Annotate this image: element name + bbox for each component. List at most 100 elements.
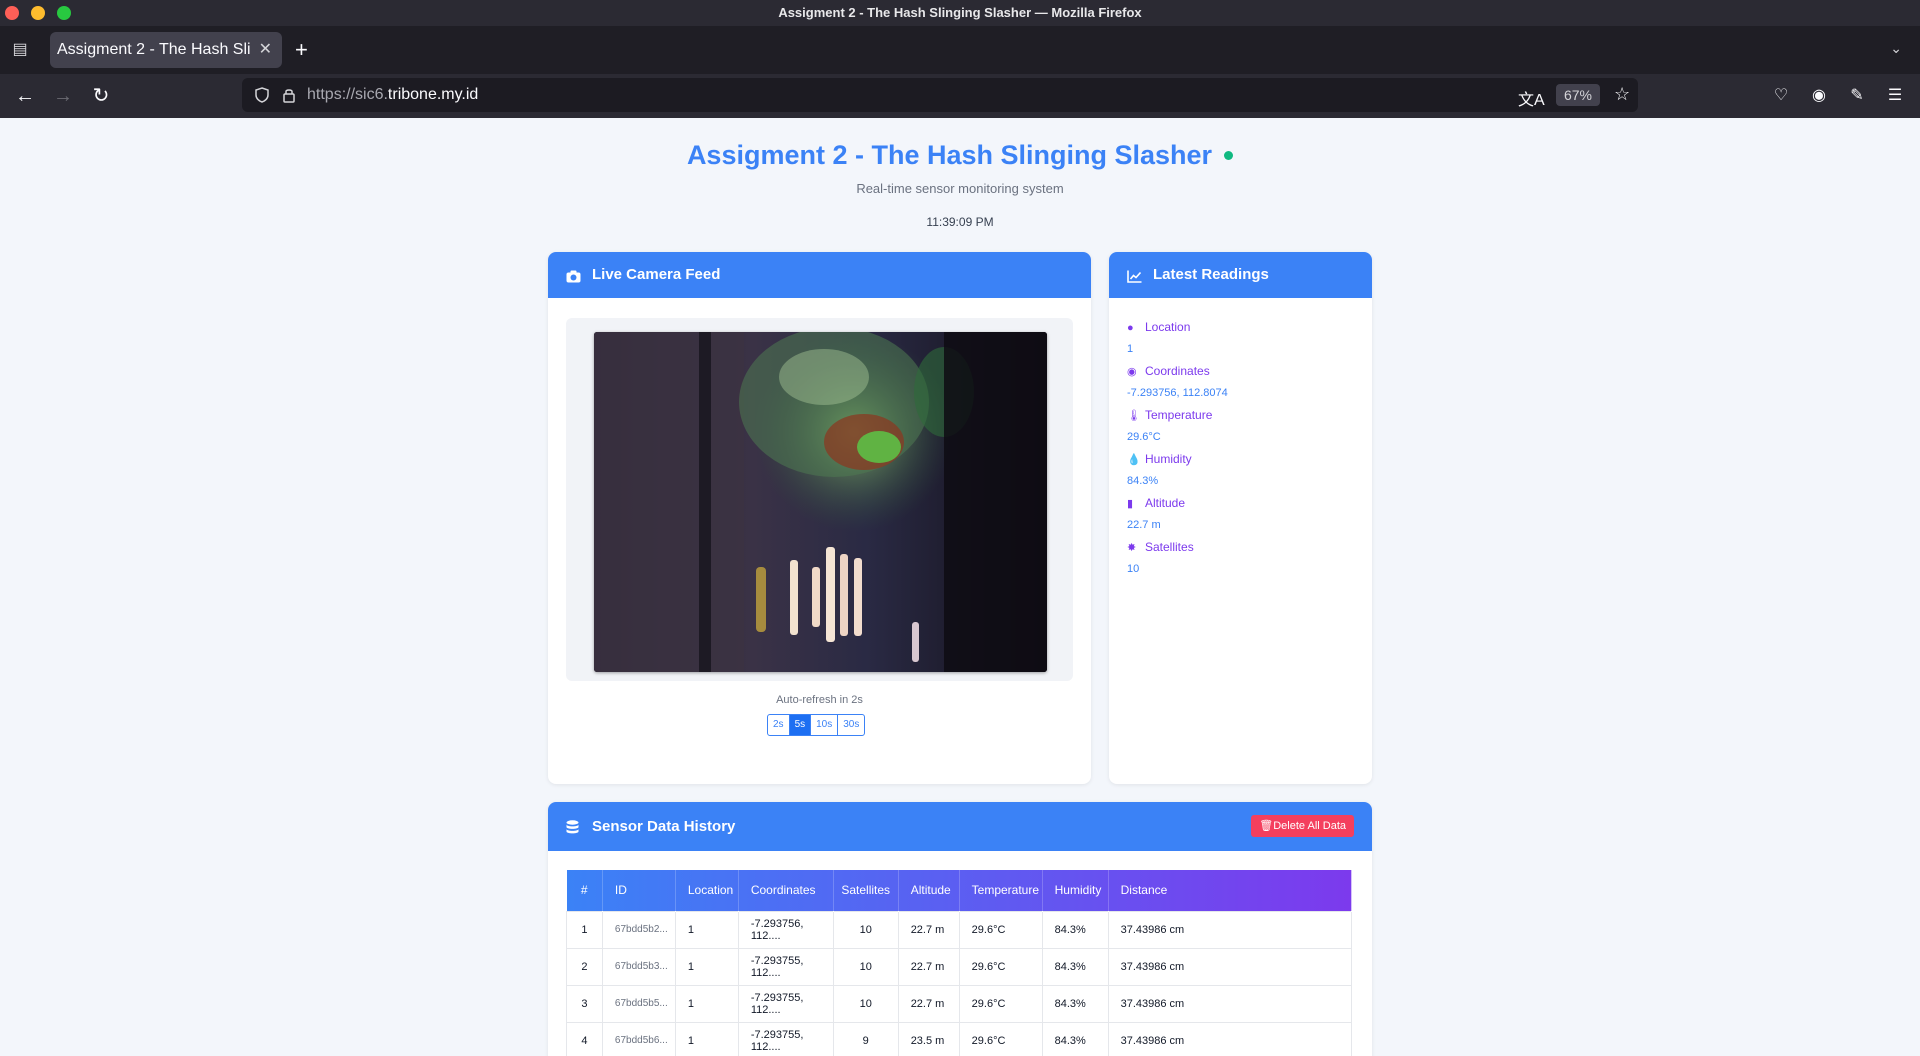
delete-all-button[interactable]: 🗑 Delete All Data [1251,815,1354,837]
new-tab-icon[interactable]: + [295,38,308,62]
menu-icon[interactable]: ☰ [1883,84,1907,108]
refresh-interval-button[interactable]: 5s [788,714,812,736]
reading-label-text: Altitude [1145,496,1186,510]
column-header[interactable]: Satellites [833,870,899,911]
table-cell: 10 [832,984,899,1023]
url-bar[interactable]: https://sic6.tribone.my.id 文A 67% ☆ [242,78,1638,112]
table-cell: 84.3% [1041,1021,1109,1056]
column-header[interactable]: Coordinates [738,870,834,911]
camera-card: Live Camera Feed Auto-refresh in 2s 2s 5… [548,252,1091,784]
close-tab-icon[interactable]: ✕ [259,32,272,68]
reading-item: ✸ Satellites 10 [1127,539,1194,575]
chevron-down-icon[interactable]: ⌄ [1890,40,1902,57]
account-icon[interactable]: ◉ [1807,84,1831,108]
tab-manager-icon[interactable]: ▤ [10,40,30,60]
column-header[interactable]: Distance [1108,870,1353,911]
navigation-bar: ← → ↻ https://sic6.tribone.my.id 文A 67% … [0,74,1920,118]
readings-card-header: Latest Readings [1109,252,1372,298]
table-cell: 84.3% [1041,910,1109,949]
reload-icon[interactable]: ↻ [89,84,113,108]
reading-value: 1 [1127,343,1134,355]
table-cell: 1 [566,910,603,949]
history-card: Sensor Data History 🗑 Delete All Data # I… [548,802,1372,1056]
thermometer-icon: 🌡 [1127,410,1141,422]
minimize-window-button[interactable] [31,6,45,20]
reading-item: ▮ Altitude 22.7 m [1127,495,1185,531]
forward-icon[interactable]: → [51,84,75,108]
page-content: Assigment 2 - The Hash Slinging Slasher … [0,118,1920,1056]
readings-card: Latest Readings ● Location 1 ◉ Coordinates -7… [1109,252,1372,784]
refresh-interval-button[interactable]: 2s [767,714,790,736]
table-cell: -7.293756, 112.... [737,910,834,949]
reading-label: 💧 Humidity [1127,451,1192,467]
refresh-interval-button[interactable]: 30s [837,714,866,736]
table-cell: 23.5 m [897,1021,960,1056]
column-header[interactable]: Location [675,870,739,911]
satellite-icon: ✸ [1127,542,1137,554]
bookmark-star-icon[interactable]: ☆ [1614,84,1630,105]
table-body: 1 67bdd5b2... 1 -7.293756, 112.... 10 22.7 m2… [566,910,1353,1056]
column-header[interactable]: Temperature [959,870,1043,911]
reading-label: ● Location [1127,319,1190,335]
active-tab[interactable]: Assigment 2 - The Hash Sli ✕ [50,32,282,68]
refresh-interval-group: 2s 5s 10s 30s [767,714,866,736]
table-row[interactable]: 4 67bdd5b6... 1 -7.293755, 112.... 9 23.5 m 29… [566,1021,1353,1056]
url-host: tribone.my.id [387,86,479,103]
droplet-icon: 💧 [1127,454,1141,466]
table-cell: 1 [674,984,739,1023]
chart-line-icon [1127,252,1142,298]
shield-icon[interactable] [254,87,270,103]
table-cell: 2 [566,947,603,986]
reading-label: ▮ Altitude [1127,495,1185,511]
table-header-row: # ID Location Coordinates Satellites Altitude… [566,870,1353,911]
database-icon [566,802,579,851]
extensions-icon[interactable]: ✎ [1845,84,1869,108]
history-card-header: Sensor Data History 🗑 Delete All Data [548,802,1372,851]
table-cell: 9 [832,1021,899,1056]
camera-icon [566,252,581,298]
column-header[interactable]: ID [602,870,676,911]
camera-feed-image [594,332,1047,672]
column-header[interactable]: Humidity [1042,870,1109,911]
column-header[interactable]: Altitude [898,870,960,911]
table-cell: 84.3% [1041,984,1109,1023]
pocket-icon[interactable]: ♡ [1769,84,1793,108]
page-header: Assigment 2 - The Hash Slinging Slasher … [0,140,1920,229]
table-row[interactable]: 1 67bdd5b2... 1 -7.293756, 112.... 10 22.7 m2… [566,910,1353,949]
reading-value: -7.293756, 112.8074 [1127,387,1228,399]
table-cell: 29.6°C [958,910,1043,949]
reading-label: 🌡 Temperature [1127,407,1212,423]
table-cell: 37.43986 cm [1107,947,1353,986]
table-cell: 37.43986 cm [1107,1021,1353,1056]
status-dot [1224,151,1234,160]
table-cell: -7.293755, 112.... [737,947,834,986]
table-cell: 22.7 m [897,984,960,1023]
readings-card-title: Latest Readings [1153,266,1269,283]
tab-title: Assigment 2 - The Hash Sli [57,41,251,58]
window-titlebar: Assigment 2 - The Hash Slinging Slasher … [0,0,1920,26]
table-cell: 29.6°C [958,1021,1043,1056]
reading-label-text: Humidity [1145,452,1192,466]
table-cell: 22.7 m [897,910,960,949]
refresh-interval-button[interactable]: 10s [810,714,839,736]
history-card-title: Sensor Data History [592,818,736,835]
ruler-icon: ▮ [1127,498,1134,510]
back-icon[interactable]: ← [13,84,37,108]
map-pin-icon: ● [1127,322,1134,334]
table-cell: 3 [566,984,603,1023]
translate-icon[interactable]: 文A [1518,86,1545,110]
lock-icon[interactable] [282,87,298,103]
table-cell: 67bdd5b5... [601,984,676,1023]
table-cell: 1 [674,910,739,949]
reading-item: ● Location 1 [1127,319,1190,355]
close-window-button[interactable] [5,6,19,20]
table-row[interactable]: 2 67bdd5b3... 1 -7.293755, 112.... 10 22.7 m2… [566,947,1353,986]
maximize-window-button[interactable] [57,6,71,20]
url-text[interactable]: https://sic6.tribone.my.id [307,78,478,112]
table-row[interactable]: 3 67bdd5b5... 1 -7.293755, 112.... 10 22.7 m2… [566,984,1353,1023]
url-prefix: https://sic6. [307,86,388,103]
column-header[interactable]: # [566,870,603,911]
reading-label-text: Satellites [1145,540,1194,554]
table-cell: 10 [832,910,899,949]
zoom-level[interactable]: 67% [1556,84,1600,106]
